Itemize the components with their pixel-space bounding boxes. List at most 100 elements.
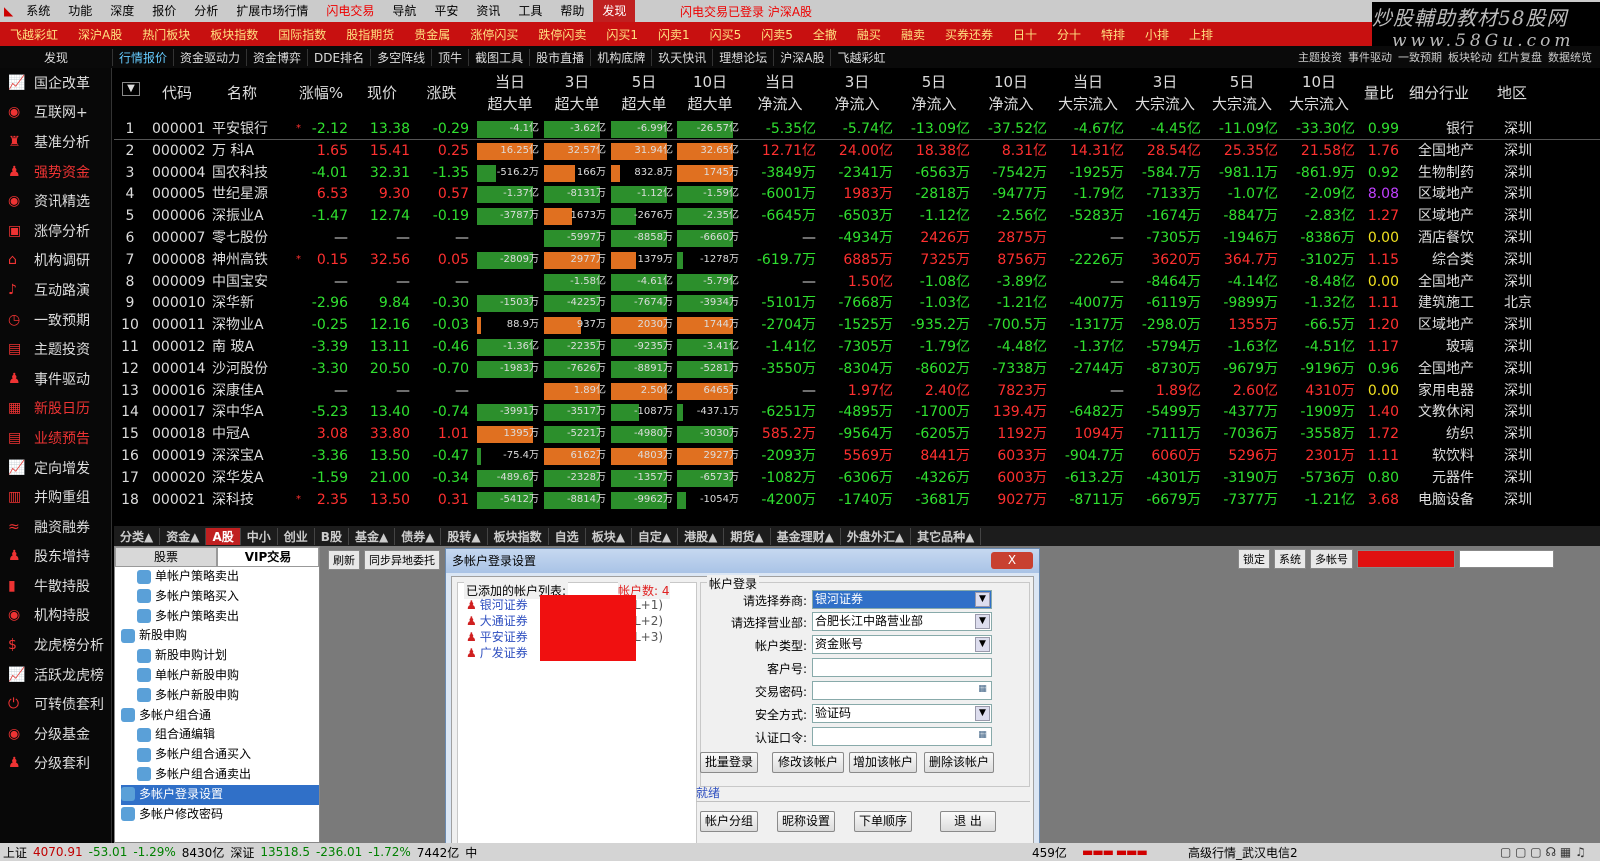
sidebar-item-12[interactable]: ▤ 业绩预告 xyxy=(0,423,111,453)
quick-button-18[interactable]: 分十 xyxy=(1047,26,1091,43)
col-pct[interactable]: 涨幅% xyxy=(294,83,348,105)
func-tab-4[interactable]: 多空阵线 xyxy=(370,48,431,66)
sidebar-item-23[interactable]: ♟ 分级套利 xyxy=(0,749,111,779)
tree-item-4[interactable]: 新股申购计划 xyxy=(121,646,319,666)
sidebar-item-9[interactable]: ▤ 主题投资 xyxy=(0,334,111,364)
func-tab-right-1[interactable]: 事件驱动 xyxy=(1348,49,1392,65)
market-tab-1[interactable]: 资金▲ xyxy=(160,527,207,545)
keyboard-icon[interactable]: ▦ xyxy=(975,683,990,698)
sidebar-item-8[interactable]: ◷ 一致预期 xyxy=(0,305,111,335)
col-2-top[interactable]: 3日 xyxy=(544,72,610,94)
table-row[interactable]: 6 000007 零七股份 — — — -5997万 -8858万 -6660万 — -4934万 2… xyxy=(114,227,1600,249)
func-tab-12[interactable]: 飞越彩虹 xyxy=(830,48,891,66)
sidebar-item-16[interactable]: ♟ 股东增持 xyxy=(0,542,111,572)
sidebar-item-6[interactable]: ⌂ 机构调研 xyxy=(0,246,111,276)
table-row[interactable]: 8 000009 中国宝安 — — — -1.58亿 -4.61亿 -5.79亿 — 1.50亿 -1… xyxy=(114,271,1600,293)
col-1-bottom[interactable]: 超大单 xyxy=(477,94,543,116)
quick-button-2[interactable]: 热门板块 xyxy=(132,26,200,43)
menu-item-0[interactable]: 系统 xyxy=(17,0,59,22)
tree-item-9[interactable]: 多帐户组合通买入 xyxy=(121,745,319,765)
sidebar-item-21[interactable]: ⏻ 可转债套利 xyxy=(0,689,111,719)
col-10-bottom[interactable]: 大宗流入 xyxy=(1129,94,1201,116)
func-tab-right-0[interactable]: 主题投资 xyxy=(1298,49,1342,65)
func-tab-9[interactable]: 玖天快讯 xyxy=(651,48,712,66)
table-row[interactable]: 9 000010 深华新 -2.96 9.84 -0.30 -1503万 -4225万 -767… xyxy=(114,292,1600,314)
table-row[interactable]: 1 000001 平安银行 * -2.12 13.38 -0.29 -4.1亿 -3.62亿 -6… xyxy=(114,118,1600,140)
market-tab-8[interactable]: 股转▲ xyxy=(441,527,488,545)
quick-button-19[interactable]: 特排 xyxy=(1091,26,1135,43)
quick-button-9[interactable]: 闪买1 xyxy=(596,26,648,43)
col-6-bottom[interactable]: 净流入 xyxy=(821,94,893,116)
quick-button-12[interactable]: 闪卖5 xyxy=(751,26,803,43)
quick-button-14[interactable]: 融买 xyxy=(847,26,891,43)
tree-tab-0[interactable]: 股票 xyxy=(115,547,217,567)
menu-item-1[interactable]: 功能 xyxy=(59,0,101,22)
col-5-bottom[interactable]: 净流入 xyxy=(744,94,816,116)
sidebar-item-19[interactable]: $ 龙虎榜分析 xyxy=(0,630,111,660)
func-tab-8[interactable]: 机构底牌 xyxy=(590,48,651,66)
market-tab-6[interactable]: 基金▲ xyxy=(349,527,396,545)
sidebar-item-2[interactable]: ♜ 基准分析 xyxy=(0,127,111,157)
col-7-top[interactable]: 5日 xyxy=(898,72,970,94)
market-tab-10[interactable]: 自选 xyxy=(549,527,586,545)
market-tab-15[interactable]: 基金理财▲ xyxy=(771,527,841,545)
tree-item-7[interactable]: 多帐户组合通 xyxy=(121,706,319,726)
func-tab-right-5[interactable]: 数据统览 xyxy=(1548,49,1592,65)
quick-button-17[interactable]: 日十 xyxy=(1003,26,1047,43)
func-tab-5[interactable]: 顶牛 xyxy=(431,48,468,66)
col-8-bottom[interactable]: 净流入 xyxy=(975,94,1047,116)
tree-item-11[interactable]: 多帐户登录设置 xyxy=(121,784,319,805)
sidebar-item-17[interactable]: ▮ 牛散持股 xyxy=(0,571,111,601)
tree-item-10[interactable]: 多帐户组合通卖出 xyxy=(121,765,319,785)
func-tab-right-3[interactable]: 板块轮动 xyxy=(1448,49,1492,65)
func-tab-2[interactable]: 资金博弈 xyxy=(246,48,307,66)
quick-button-8[interactable]: 跌停闪卖 xyxy=(528,26,596,43)
menu-item-9[interactable]: 资讯 xyxy=(467,0,509,22)
account-search-input[interactable] xyxy=(1459,550,1554,568)
table-row[interactable]: 17 000020 深华发A -1.59 21.00 -0.34 -489.6万 -2328万… xyxy=(114,467,1600,489)
tray-icons[interactable]: ▢ ▢ ▢ ☊ ▦ ♫ xyxy=(1500,845,1586,859)
server-name[interactable]: 高级行情_武汉电信2 xyxy=(1188,844,1298,861)
auth-token-input[interactable]: ▦ xyxy=(812,727,992,746)
quick-button-4[interactable]: 国际指数 xyxy=(268,26,336,43)
col-8-top[interactable]: 10日 xyxy=(975,72,1047,94)
menu-item-6[interactable]: 闪电交易 xyxy=(317,0,383,22)
account-action-button-2[interactable]: 增加该帐户 xyxy=(849,752,917,773)
menu-item-11[interactable]: 帮助 xyxy=(551,0,593,22)
table-row[interactable]: 3 000004 国农科技 -4.01 32.31 -1.35 -516.2万 166万 832… xyxy=(114,162,1600,184)
sidebar-item-3[interactable]: ♟ 强势资金 xyxy=(0,157,111,187)
market-tab-13[interactable]: 港股▲ xyxy=(678,527,725,545)
table-row[interactable]: 16 000019 深深宝A -3.36 13.50 -0.47 -75.4万 6162万 48… xyxy=(114,445,1600,467)
right-button-0[interactable]: 锁定 xyxy=(1238,549,1270,569)
col-12-top[interactable]: 10日 xyxy=(1283,72,1355,94)
tree-item-12[interactable]: 多帐户修改密码 xyxy=(121,805,319,825)
menu-item-4[interactable]: 分析 xyxy=(185,0,227,22)
trade-password-input[interactable]: ▦ xyxy=(812,681,992,700)
tree-item-3[interactable]: 新股申购 xyxy=(121,626,319,646)
func-tab-10[interactable]: 理想论坛 xyxy=(712,48,773,66)
right-button-2[interactable]: 多帐号 xyxy=(1310,549,1353,569)
func-tab-1[interactable]: 资金驱动力 xyxy=(173,48,246,66)
account-action-button-3[interactable]: 删除该帐户 xyxy=(924,752,994,773)
bottom-action-button-2[interactable]: 下单顺序 xyxy=(854,811,912,832)
market-tab-7[interactable]: 债券▲ xyxy=(395,527,442,545)
func-tab-11[interactable]: 沪深A股 xyxy=(773,48,830,66)
sidebar-item-13[interactable]: 📈 定向增发 xyxy=(0,453,111,483)
tree-item-2[interactable]: 多帐户策略卖出 xyxy=(121,607,319,627)
table-row[interactable]: 13 000016 深康佳A — — — 1.89亿 2.50亿 6465万 — 1.97亿 2.40… xyxy=(114,380,1600,402)
table-row[interactable]: 10 000011 深物业A -0.25 12.16 -0.03 88.9万 937万 2030… xyxy=(114,314,1600,336)
market-tab-12[interactable]: 自定▲ xyxy=(632,527,679,545)
toolbar-button-0[interactable]: 刷新 xyxy=(328,550,360,570)
func-tab-3[interactable]: DDE排名 xyxy=(307,48,370,66)
table-row[interactable]: 12 000014 沙河股份 -3.30 20.50 -0.70 -1983万 -7626万 -… xyxy=(114,358,1600,380)
sidebar-item-4[interactable]: ◉ 资讯精选 xyxy=(0,186,111,216)
sidebar-item-11[interactable]: ▦ 新股日历 xyxy=(0,394,111,424)
col-1-top[interactable]: 当日 xyxy=(477,72,543,94)
account-type-select[interactable]: 资金账号 ▼ xyxy=(812,635,992,654)
col-region[interactable]: 地区 xyxy=(1492,83,1532,105)
quick-button-5[interactable]: 股指期货 xyxy=(336,26,404,43)
col-volume-ratio[interactable]: 量比 xyxy=(1359,83,1399,105)
col-4-bottom[interactable]: 超大单 xyxy=(677,94,743,116)
col-11-top[interactable]: 5日 xyxy=(1206,72,1278,94)
quick-button-7[interactable]: 涨停闪买 xyxy=(460,26,528,43)
